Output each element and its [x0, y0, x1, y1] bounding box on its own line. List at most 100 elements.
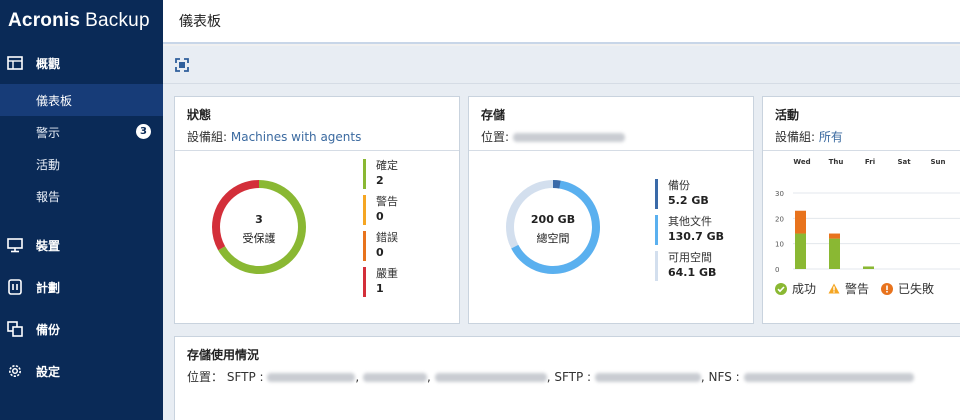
location-type: SFTP :: [554, 370, 592, 384]
redacted-location: [363, 373, 428, 382]
storage-usage-widget: 存儲使用情況 位置： SFTP : , , , SFTP : , NFS :: [174, 336, 960, 420]
location-label: 位置：: [187, 370, 224, 384]
sidebar-item-label: 警示: [36, 125, 61, 140]
bar-segment: [795, 233, 806, 269]
total-space-label: 總空間: [536, 232, 570, 245]
plan-icon: [6, 278, 24, 296]
bar-segment: [795, 210, 806, 234]
bar-segment: [863, 266, 874, 269]
bar-segment: [829, 233, 840, 239]
monitor-icon: [6, 236, 24, 254]
x-tick-label: Sun: [930, 158, 945, 166]
legend-label: 備份: [668, 179, 690, 192]
legend-warning[interactable]: 警告 0: [363, 195, 398, 225]
legend-label: 警告: [376, 195, 398, 208]
y-tick-label: 20: [775, 215, 784, 223]
sidebar-item-alerts[interactable]: 警示 3: [0, 116, 163, 148]
storage-widget: 存儲 位置: 200 GB 總空間 備份 5.2 GB 其他文件 130.7 G…: [468, 96, 754, 324]
fullscreen-icon[interactable]: [175, 57, 189, 72]
location-type: SFTP :: [226, 370, 264, 384]
legend-critical[interactable]: 嚴重 1: [363, 267, 398, 297]
donut-segment-other: [506, 179, 600, 274]
sidebar-item-label: 設定: [36, 364, 61, 379]
legend-label: 錯誤: [376, 231, 398, 244]
activity-legend: 成功 警告 已失敗: [775, 280, 946, 297]
legend-value: 130.7 GB: [668, 230, 725, 243]
legend-label: 已失敗: [898, 282, 935, 296]
legend-failed[interactable]: 已失敗: [881, 280, 934, 297]
activity-chart: 0 10 20 30 Wed Thu Fri Sat Sun: [775, 158, 960, 274]
dashboard-toolbar: [163, 46, 960, 84]
legend-label: 警告: [845, 282, 870, 296]
y-tick-label: 30: [775, 190, 784, 198]
widget-title: 狀態: [187, 108, 212, 122]
location-type: NFS :: [708, 370, 740, 384]
legend-warning[interactable]: 警告: [828, 280, 869, 297]
bar-segment: [829, 238, 840, 269]
warning-triangle-icon: [828, 283, 840, 294]
legend-backups[interactable]: 備份 5.2 GB: [655, 179, 709, 209]
protection-status-donut: [212, 180, 306, 274]
widget-title: 存儲: [481, 108, 506, 122]
location-label: 位置:: [481, 130, 510, 144]
device-group-label: 設備組:: [775, 130, 816, 144]
x-tick-label: Thu: [829, 158, 844, 166]
redacted-location: [594, 373, 701, 382]
legend-value: 1: [376, 282, 384, 295]
y-tick-label: 10: [775, 241, 784, 249]
x-tick-label: Fri: [865, 158, 875, 166]
legend-value: 64.1 GB: [668, 266, 717, 279]
legend-label: 確定: [376, 159, 398, 172]
legend-label: 其他文件: [668, 215, 712, 228]
sidebar-item-backups[interactable]: 備份: [0, 308, 163, 350]
sidebar-item-settings[interactable]: 設定: [0, 350, 163, 392]
legend-value: 0: [376, 246, 384, 259]
widget-title: 活動: [775, 108, 800, 122]
failed-alert-icon: [881, 282, 894, 295]
legend-ok[interactable]: 確定 2: [363, 159, 398, 189]
sidebar-item-activities[interactable]: 活動: [0, 148, 163, 180]
x-tick-label: Wed: [793, 158, 810, 166]
sidebar-item-label: 裝置: [36, 238, 61, 253]
device-group-link[interactable]: Machines with agents: [231, 130, 362, 144]
backup-copy-icon: [6, 320, 24, 338]
alerts-count-badge: 3: [136, 124, 151, 139]
sidebar-item-plans[interactable]: 計劃: [0, 266, 163, 308]
legend-value: 2: [376, 174, 384, 187]
sidebar-item-devices[interactable]: 裝置: [0, 224, 163, 266]
legend-error[interactable]: 錯誤 0: [363, 231, 398, 261]
storage-donut: [506, 179, 600, 274]
redacted-location: [267, 373, 356, 382]
redacted-location: [434, 373, 547, 382]
legend-success[interactable]: 成功: [775, 280, 816, 297]
dashboard-icon: [6, 54, 24, 72]
legend-value: 0: [376, 210, 384, 223]
total-space-value: 200 GB: [530, 213, 576, 226]
page-header: 儀表板: [163, 0, 960, 44]
sidebar-item-label: 計劃: [36, 280, 61, 295]
protected-label: 受保護: [242, 232, 276, 245]
device-group-label: 設備組:: [187, 130, 228, 144]
sidebar: Acronis Backup 概觀 儀表板 警示 3 活動 報告 裝置 計劃 備…: [0, 0, 163, 420]
dashboard-content: 狀態 設備組: Machines with agents 3 受保護 確定 2 …: [163, 84, 960, 420]
legend-free-space[interactable]: 可用空間 64.1 GB: [655, 251, 716, 281]
redacted-location: [743, 373, 914, 382]
legend-other-files[interactable]: 其他文件 130.7 GB: [655, 215, 724, 245]
widget-title: 存儲使用情況: [187, 348, 260, 362]
brand-name-bold: Acronis: [8, 10, 81, 31]
legend-label: 成功: [792, 282, 817, 296]
gear-icon: [6, 362, 24, 380]
protected-count: 3: [255, 213, 263, 226]
status-widget: 狀態 設備組: Machines with agents 3 受保護 確定 2 …: [174, 96, 460, 324]
device-group-link[interactable]: 所有: [819, 130, 843, 144]
brand-logo: Acronis Backup: [0, 0, 163, 42]
y-tick-label: 0: [775, 266, 779, 274]
page-title: 儀表板: [179, 14, 221, 30]
brand-name-regular: Backup: [85, 10, 150, 31]
x-tick-label: Sat: [897, 158, 911, 166]
sidebar-item-overview[interactable]: 概觀: [0, 42, 163, 84]
sidebar-item-label: 備份: [36, 322, 61, 337]
redacted-location: [512, 133, 625, 142]
sidebar-item-dashboard[interactable]: 儀表板: [0, 84, 163, 116]
sidebar-item-reports[interactable]: 報告: [0, 180, 163, 212]
